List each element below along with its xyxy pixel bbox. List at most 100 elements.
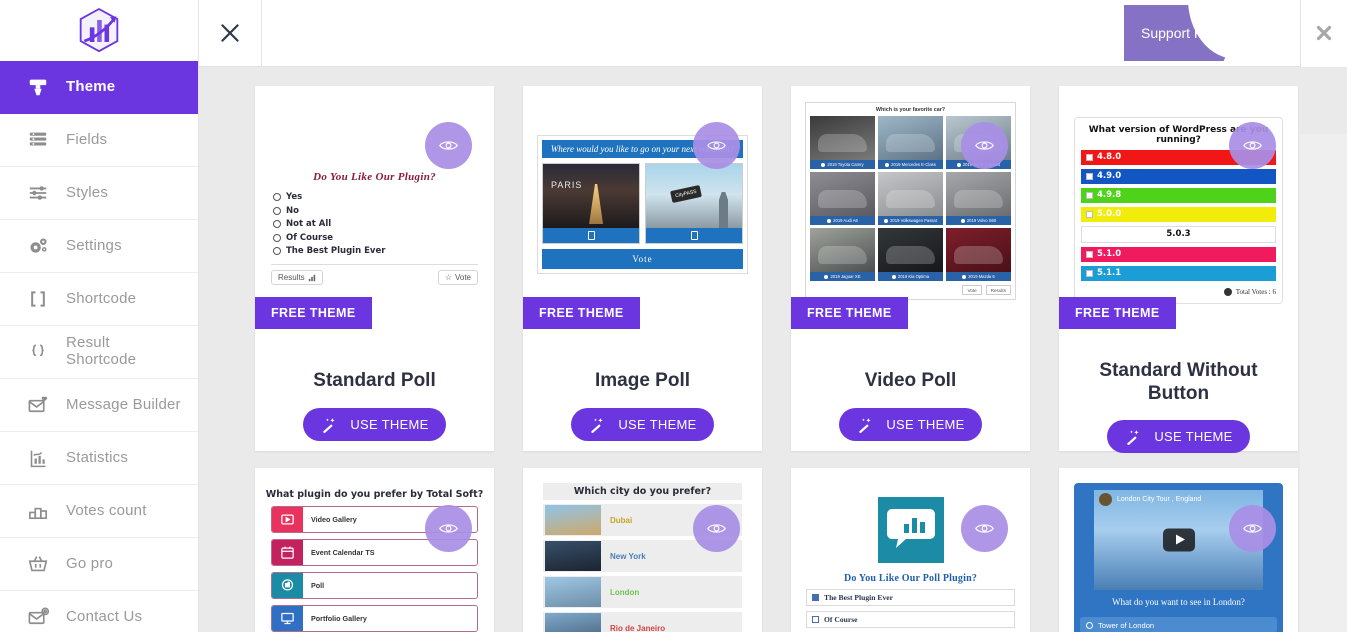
preview-theme-button[interactable] — [425, 505, 472, 552]
sidebar-item-styles[interactable]: Styles — [0, 167, 198, 220]
use-theme-label: USE THEME — [350, 417, 429, 433]
theme-card-standard-without-button[interactable]: What version of WordPress are you runnin… — [1059, 86, 1298, 453]
preview-theme-button[interactable] — [961, 122, 1008, 169]
option-label: Dubai — [610, 515, 633, 525]
sidebar-item-label: Theme — [66, 77, 116, 95]
preview-theme-button[interactable] — [693, 122, 740, 169]
newyork-image — [646, 164, 742, 228]
total-votes: Total Votes : 6 — [1081, 287, 1276, 296]
use-theme-button[interactable]: USE THEME — [303, 408, 446, 442]
poll-option: 2019 Audi A6 — [810, 172, 875, 225]
support-forum-button[interactable]: Support Forum — [1124, 5, 1290, 61]
vote-label: Vote — [454, 273, 471, 282]
theme-card-london-video-poll[interactable]: London City Tour , England What do you w… — [1059, 468, 1298, 632]
option-label: 2019 Volvo S60 — [946, 216, 1011, 225]
sidebar-item-fields[interactable]: Fields — [0, 114, 198, 167]
eye-icon — [707, 141, 726, 150]
sidebar-item-votes-count[interactable]: Votes count — [0, 485, 198, 538]
sidebar-item-settings[interactable]: Settings — [0, 220, 198, 273]
theme-card-standard-poll[interactable]: Do You Like Our Plugin? Yes No Not at Al… — [255, 86, 494, 451]
poll-option: 5.1.0 — [1081, 246, 1276, 262]
square-brackets-icon — [18, 289, 58, 309]
close-modal-button[interactable] — [1300, 0, 1347, 67]
preview-theme-button[interactable] — [1229, 122, 1276, 169]
theme-card-city-poll[interactable]: Which city do you prefer? Dubai New York — [523, 468, 762, 632]
poll-question: Do You Like Our Plugin? — [313, 171, 436, 183]
eye-icon — [439, 524, 458, 533]
radio-icon — [960, 218, 965, 223]
poll-options: Yes No Not at All Of Course The Best Plu… — [273, 192, 486, 256]
magic-wand-icon — [591, 418, 603, 434]
theme-preview: London City Tour , England What do you w… — [1067, 475, 1290, 632]
basket-icon — [18, 553, 58, 575]
eye-icon — [975, 524, 994, 533]
free-theme-badge: FREE THEME — [1059, 297, 1176, 329]
car-image — [810, 228, 875, 272]
theme-card-plugin-list[interactable]: What plugin do you prefer by Total Soft?… — [255, 468, 494, 632]
poll-option: Of Course — [273, 233, 486, 243]
vote-button: ☆ Vote — [437, 270, 478, 285]
poll-option: Portfolio Gallery — [271, 605, 478, 632]
poll-option: PARIS — [542, 163, 640, 244]
totalsoft-logo — [79, 7, 119, 52]
sidebar-item-theme[interactable]: Theme — [0, 61, 198, 114]
free-theme-badge: FREE THEME — [791, 297, 908, 329]
preview-theme-button[interactable] — [1229, 505, 1276, 552]
option-label: Event Calendar TS — [311, 548, 375, 557]
poll-option-label: The Best Plugin Ever — [286, 246, 386, 256]
theme-card-video-poll[interactable]: Which is your favorite car? 2019 Toyota … — [791, 86, 1030, 451]
free-theme-badge: FREE THEME — [255, 297, 372, 329]
poll-option: No — [273, 206, 486, 216]
sidebar-item-label: Shortcode — [66, 289, 137, 307]
preview-theme-button[interactable] — [693, 505, 740, 552]
poll-option: London — [543, 576, 742, 608]
radio-icon — [827, 218, 832, 223]
video-titlebar: London City Tour , England — [1094, 490, 1263, 509]
car-image — [946, 172, 1011, 216]
sidebar-item-go-pro[interactable]: Go pro — [0, 538, 198, 591]
car-image — [878, 228, 943, 272]
globe-icon — [1099, 493, 1112, 506]
radio-icon — [273, 233, 281, 242]
use-theme-label: USE THEME — [618, 417, 697, 433]
speech-chart-icon — [886, 509, 935, 548]
sidebar-item-result-shortcode[interactable]: Result Shortcode — [0, 326, 198, 379]
car-image — [878, 172, 943, 216]
scroll-column[interactable] — [1300, 134, 1347, 632]
sidebar-item-contact-us[interactable]: Contact Us — [0, 591, 198, 632]
close-x-icon — [221, 24, 239, 42]
magic-wand-icon — [859, 418, 871, 434]
theme-title: Standard Poll — [313, 370, 436, 391]
poll-option: Of Course — [806, 611, 1015, 628]
logo-container — [0, 0, 198, 61]
poll-footer: Vote Results — [810, 285, 1011, 295]
use-theme-button[interactable]: USE THEME — [839, 408, 982, 442]
option-label: Portfolio Gallery — [311, 614, 367, 623]
gears-icon — [18, 235, 58, 258]
theme-card-checkbox-poll[interactable]: Do You Like Our Poll Plugin? The Best Pl… — [791, 468, 1030, 632]
poll-option: 2019 Toyota Camry — [810, 116, 875, 169]
use-theme-button[interactable]: USE THEME — [1107, 419, 1250, 453]
sidebar-item-statistics[interactable]: Statistics — [0, 432, 198, 485]
sidebar-item-shortcode[interactable]: Shortcode — [0, 273, 198, 326]
top-bar: Support Forum — [199, 0, 1347, 67]
preview-theme-button[interactable] — [425, 122, 472, 169]
london-image — [545, 577, 601, 607]
chart-icon — [308, 274, 315, 281]
close-panel-button[interactable] — [199, 0, 262, 67]
eye-icon — [439, 141, 458, 150]
theme-title: Image Poll — [594, 370, 691, 391]
video-gallery-icon — [272, 507, 303, 532]
sidebar-item-message-builder[interactable]: Message Builder — [0, 379, 198, 432]
radio-icon — [273, 247, 281, 255]
theme-card-image-poll[interactable]: Where would you like to go on your next … — [523, 86, 762, 451]
preview-theme-button[interactable] — [961, 505, 1008, 552]
radio-icon — [273, 220, 281, 228]
car-image — [810, 172, 875, 216]
use-theme-button[interactable]: USE THEME — [571, 408, 714, 442]
sidebar: Theme Fields Styles Settings Shortcode R… — [0, 0, 199, 632]
checkbox-icon — [1086, 153, 1093, 161]
poll-option: 4.9.8 — [1081, 187, 1276, 203]
radio-icon — [821, 162, 826, 167]
poll-option: 5.1.1 — [1081, 265, 1276, 281]
